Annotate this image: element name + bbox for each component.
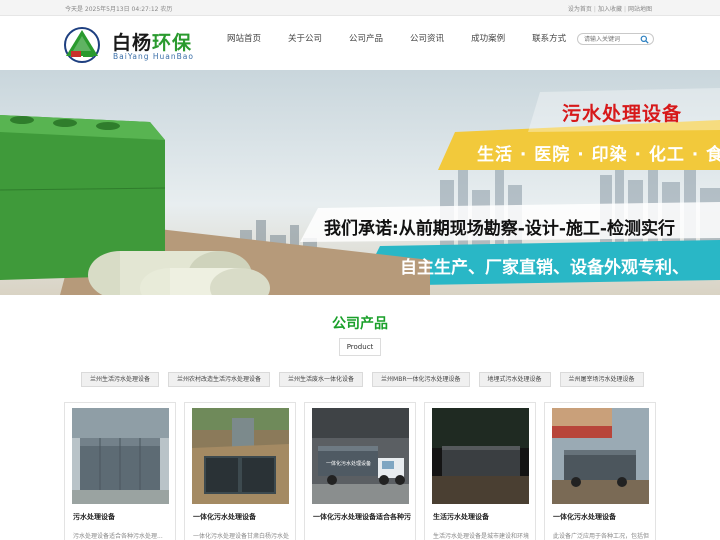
site-logo[interactable]: 白杨环保 BaiYang HuanBao [62, 25, 202, 65]
banner-self-production: 自主生产、厂家直销、设备外观专利、 [400, 258, 689, 278]
product-desc: 此设备广泛应用于各种工况，包括但 [553, 533, 650, 540]
product-desc: 污水处理设备适合各种污水处理... [73, 533, 163, 540]
product-image-text: 一体化污水处理设备 [326, 460, 371, 467]
nav-cases[interactable]: 成功案例 [462, 17, 514, 61]
product-image [432, 408, 529, 504]
products-title: 公司产品 [332, 316, 388, 332]
product-card[interactable]: 一体化污水处理设备 此设备广泛应用于各种工况，包括但 [544, 402, 656, 540]
date-text: 今天是 2025年5月13日 04:27:12 农历 [65, 6, 173, 13]
banner-promise: 我们承诺:从前期现场勘察-设计-施工-检测实行 [324, 219, 675, 239]
product-image [552, 408, 649, 504]
nav-contact[interactable]: 联系方式 [523, 17, 575, 61]
logo-title: 白杨环保 [112, 32, 193, 54]
set-homepage-link[interactable]: 设为首页 [568, 6, 592, 13]
header: 白杨环保 BaiYang HuanBao 网站首页 关于公司 公司产品 公司资讯… [0, 17, 720, 70]
category-tab[interactable]: 兰州生活污水处理设备 [81, 372, 160, 387]
product-card[interactable]: 一体化污水处理设备 一体化污水处理设备甘肃白杨污水处 [184, 402, 296, 540]
product-image [72, 408, 169, 504]
product-desc: 一体化污水处理设备甘肃白杨污水处 [193, 533, 290, 540]
product-name: 污水处理设备 [73, 513, 115, 521]
product-name: 生活污水处理设备 [433, 513, 489, 521]
category-tab[interactable]: 兰州MBR一体化污水处理设备 [372, 372, 470, 387]
sitemap-link[interactable]: 网站地图 [628, 6, 652, 13]
top-bar: 今天是 2025年5月13日 04:27:12 农历 设为首页 | 加入收藏 | 网站地… [0, 0, 720, 16]
product-name: 一体化污水处理设备 [553, 513, 616, 521]
logo-mark-icon [64, 27, 100, 63]
logo-subtitle: BaiYang HuanBao [113, 52, 194, 61]
category-tab[interactable]: 兰州生活废水一体化设备 [279, 372, 364, 387]
product-image [192, 408, 289, 504]
category-tab[interactable]: 兰州屠宰场污水处理设备 [559, 372, 644, 387]
nav-about[interactable]: 关于公司 [279, 17, 331, 61]
add-favorite-link[interactable]: 加入收藏 [598, 6, 622, 13]
product-desc: 生活污水处理设备是城市建设和环境 [433, 533, 530, 540]
products-subtitle-button[interactable]: Product [339, 338, 381, 356]
category-tab[interactable]: 兰州农村改造生活污水处理设备 [168, 372, 271, 387]
nav-home[interactable]: 网站首页 [218, 17, 270, 61]
search-box [577, 33, 654, 45]
nav-products[interactable]: 公司产品 [340, 17, 392, 61]
banner-title: 污水处理设备 [562, 103, 683, 125]
product-card[interactable]: 污水处理设备 污水处理设备适合各种污水处理... [64, 402, 176, 540]
nav-news[interactable]: 公司资讯 [401, 17, 453, 61]
product-name: 一体化污水处理设备适合各种污 [313, 513, 411, 521]
search-input[interactable] [584, 35, 640, 44]
product-name: 一体化污水处理设备 [193, 513, 256, 521]
product-image: 一体化污水处理设备 [312, 408, 409, 504]
product-card[interactable]: 生活污水处理设备 生活污水处理设备是城市建设和环境 [424, 402, 536, 540]
banner-fields: 生活 · 医院 · 印染 · 化工 · 食 [477, 145, 720, 165]
hero-banner[interactable]: 污水处理设备 生活 · 医院 · 印染 · 化工 · 食 我们承诺:从前期现场勘… [0, 70, 720, 295]
top-links: 设为首页 | 加入收藏 | 网站地图 [567, 6, 652, 13]
main-nav: 网站首页 关于公司 公司产品 公司资讯 成功案例 联系方式 [218, 17, 584, 61]
category-tab[interactable]: 地埋式污水处理设备 [478, 372, 551, 387]
product-card[interactable]: 一体化污水处理设备 一体化污水处理设备适合各种污 [304, 402, 416, 540]
search-icon[interactable] [640, 35, 649, 44]
product-category-tabs: 兰州生活污水处理设备 兰州农村改造生活污水处理设备 兰州生活废水一体化设备 兰州… [81, 372, 653, 387]
product-cards: 污水处理设备 污水处理设备适合各种污水处理... 一体化污水处理设备 一体化污水… [64, 402, 664, 540]
